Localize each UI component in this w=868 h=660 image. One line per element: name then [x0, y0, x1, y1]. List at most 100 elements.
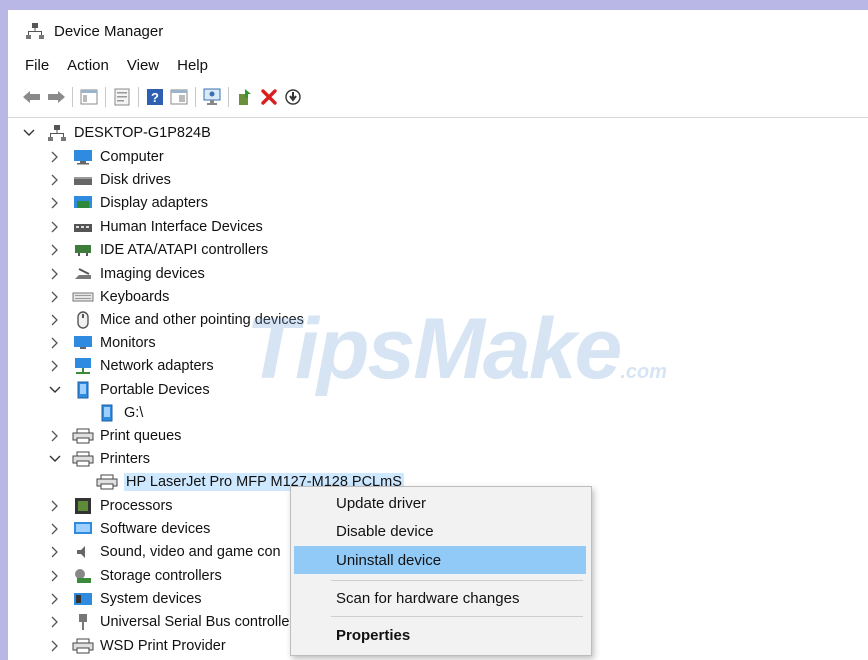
- chevron-down-icon[interactable]: [48, 452, 62, 466]
- chevron-right-icon[interactable]: [48, 150, 62, 164]
- chevron-right-icon[interactable]: [48, 313, 62, 327]
- chevron-right-icon[interactable]: [48, 429, 62, 443]
- disable-device-icon[interactable]: [282, 86, 304, 108]
- update-driver-icon[interactable]: [234, 86, 256, 108]
- chevron-right-icon[interactable]: [48, 220, 62, 234]
- tree-item-label: Imaging devices: [100, 266, 205, 282]
- printer-icon: [72, 427, 94, 445]
- tree-item-portable-devices[interactable]: Portable Devices: [48, 379, 210, 401]
- chevron-right-icon[interactable]: [48, 639, 62, 653]
- toolbar-separator: [195, 87, 196, 107]
- tree-item-storage-controllers[interactable]: Storage controllers: [48, 565, 222, 587]
- software-device-icon: [72, 520, 94, 538]
- tree-item-monitors[interactable]: Monitors: [48, 332, 156, 354]
- chevron-right-icon[interactable]: [48, 522, 62, 536]
- tree-item-wsd-print-provider[interactable]: WSD Print Provider: [48, 635, 226, 657]
- menu-item-update-driver[interactable]: Update driver: [294, 489, 586, 517]
- tree-item-printers[interactable]: Printers: [48, 448, 150, 470]
- tree-item-label: Display adapters: [100, 195, 208, 211]
- portable-device-icon: [72, 381, 94, 399]
- computer-icon: [72, 148, 94, 166]
- monitor-icon: [72, 334, 94, 352]
- chevron-right-icon[interactable]: [48, 569, 62, 583]
- chevron-right-icon[interactable]: [48, 592, 62, 606]
- tree-item-processors[interactable]: Processors: [48, 495, 173, 517]
- usb-icon: [72, 613, 94, 631]
- tree-item-label: WSD Print Provider: [100, 638, 226, 654]
- tree-item-mice[interactable]: Mice and other pointing devices: [48, 309, 304, 331]
- tree-item-label: Monitors: [100, 335, 156, 351]
- menu-action[interactable]: Action: [58, 57, 118, 74]
- tree-root[interactable]: DESKTOP-G1P824B: [22, 122, 211, 144]
- chevron-right-icon[interactable]: [48, 243, 62, 257]
- uninstall-device-icon[interactable]: [258, 86, 280, 108]
- tree-root-label: DESKTOP-G1P824B: [74, 125, 211, 141]
- printer-icon: [72, 637, 94, 655]
- storage-controller-icon: [72, 567, 94, 585]
- tree-item-print-queues[interactable]: Print queues: [48, 425, 181, 447]
- view-icon[interactable]: [168, 86, 190, 108]
- tree-item-label: IDE ATA/ATAPI controllers: [100, 242, 269, 258]
- chevron-right-icon[interactable]: [48, 499, 62, 513]
- properties-icon[interactable]: [111, 86, 133, 108]
- back-arrow-icon[interactable]: [21, 86, 43, 108]
- tree-item-label: Computer: [100, 149, 164, 165]
- tree-item-network-adapters[interactable]: Network adapters: [48, 355, 214, 377]
- tree-item-keyboards[interactable]: Keyboards: [48, 286, 169, 308]
- tree-item-label: Storage controllers: [100, 568, 222, 584]
- printer-icon: [72, 450, 94, 468]
- tree-item-imaging-devices[interactable]: Imaging devices: [48, 263, 205, 285]
- tree-item-usb-controllers[interactable]: Universal Serial Bus controlle: [48, 611, 289, 633]
- tree-item-ide-controllers[interactable]: IDE ATA/ATAPI controllers: [48, 239, 268, 261]
- context-menu: Update driver Disable device Uninstall d…: [290, 486, 592, 656]
- tree-item-system-devices[interactable]: System devices: [48, 588, 202, 610]
- menu-item-scan-hardware[interactable]: Scan for hardware changes: [294, 584, 586, 612]
- menu-help[interactable]: Help: [168, 57, 217, 74]
- tree-item-computer[interactable]: Computer: [48, 146, 164, 168]
- sound-icon: [72, 543, 94, 561]
- chevron-right-icon[interactable]: [48, 545, 62, 559]
- menu-view[interactable]: View: [118, 57, 168, 74]
- menu-item-properties[interactable]: Properties: [294, 621, 586, 649]
- hid-icon: [72, 218, 94, 236]
- scan-hardware-icon[interactable]: [201, 86, 223, 108]
- keyboard-icon: [72, 288, 94, 306]
- tree-item-sound-video-game[interactable]: Sound, video and game con: [48, 541, 281, 563]
- menu-item-disable-device[interactable]: Disable device: [294, 517, 586, 545]
- mouse-icon: [72, 311, 94, 329]
- chevron-down-icon[interactable]: [48, 383, 62, 397]
- tree-item-g-drive[interactable]: G:\: [96, 402, 143, 424]
- tree-item-software-devices[interactable]: Software devices: [48, 518, 210, 540]
- menu-item-uninstall-device[interactable]: Uninstall device: [294, 546, 586, 574]
- display-adapter-icon: [72, 194, 94, 212]
- disk-drive-icon: [72, 171, 94, 189]
- tree-item-display-adapters[interactable]: Display adapters: [48, 192, 208, 214]
- chevron-right-icon[interactable]: [48, 196, 62, 210]
- tree-item-hid[interactable]: Human Interface Devices: [48, 216, 263, 238]
- tree-item-label: Human Interface Devices: [100, 219, 263, 235]
- menu-file[interactable]: File: [8, 57, 58, 74]
- show-hide-console-tree-icon[interactable]: [78, 86, 100, 108]
- chevron-right-icon[interactable]: [48, 615, 62, 629]
- chevron-down-icon[interactable]: [22, 126, 36, 140]
- chevron-right-icon[interactable]: [48, 336, 62, 350]
- tree-item-label: Processors: [100, 498, 173, 514]
- tree-item-label: Sound, video and game con: [100, 544, 281, 560]
- chevron-right-icon[interactable]: [48, 267, 62, 281]
- portable-device-icon: [96, 404, 118, 422]
- tree-item-label: Software devices: [100, 521, 211, 537]
- tree-item-label: G:\: [124, 405, 144, 421]
- chevron-right-icon[interactable]: [48, 359, 62, 373]
- ide-controller-icon: [72, 241, 94, 259]
- chevron-right-icon[interactable]: [48, 173, 62, 187]
- forward-arrow-icon[interactable]: [45, 86, 67, 108]
- tree-item-label: Disk drives: [100, 172, 171, 188]
- help-icon[interactable]: ?: [144, 86, 166, 108]
- window-title: Device Manager: [54, 22, 164, 40]
- svg-text:?: ?: [151, 90, 159, 105]
- tree-item-disk-drives[interactable]: Disk drives: [48, 169, 171, 191]
- chevron-right-icon[interactable]: [48, 290, 62, 304]
- tree-item-label: Universal Serial Bus controlle: [100, 614, 290, 630]
- toolbar-separator: [228, 87, 229, 107]
- network-adapter-icon: [72, 357, 94, 375]
